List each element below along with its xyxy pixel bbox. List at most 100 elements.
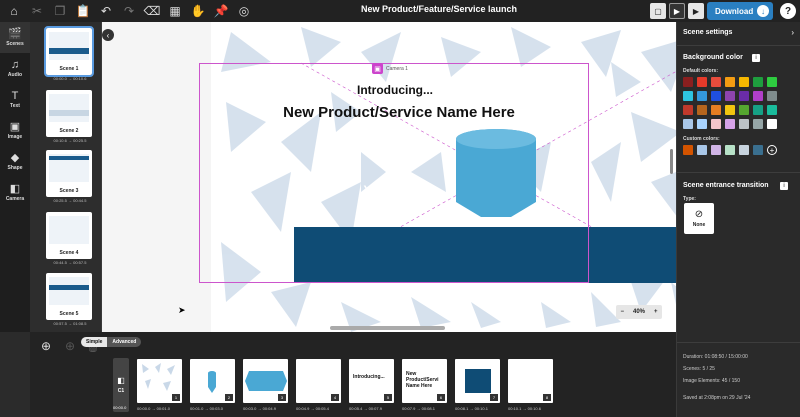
color-swatch[interactable] bbox=[767, 119, 777, 129]
color-swatch[interactable] bbox=[683, 119, 693, 129]
transition-none-option[interactable]: ⊘ None bbox=[684, 203, 714, 234]
eraser-icon[interactable]: ⌫ bbox=[142, 1, 162, 21]
scene-end: 00:44.5 bbox=[73, 198, 87, 203]
color-swatch[interactable] bbox=[697, 119, 707, 129]
undo-icon[interactable]: ↶ bbox=[96, 1, 116, 21]
info-icon[interactable]: i bbox=[780, 182, 788, 190]
timeline-clip[interactable]: 7 bbox=[455, 359, 500, 403]
color-swatch[interactable] bbox=[725, 77, 735, 87]
duplicate-button[interactable]: ⊕ bbox=[63, 339, 77, 353]
sidebar-item-shape[interactable]: ◆ Shape bbox=[0, 146, 30, 177]
timeline-clip[interactable]: 2 bbox=[190, 359, 235, 403]
preview-scene-button[interactable]: ▢ bbox=[650, 3, 666, 19]
sidebar-item-text[interactable]: T Text bbox=[0, 84, 30, 115]
color-swatch[interactable] bbox=[739, 77, 749, 87]
scene-thumbnail[interactable]: Scene 5 bbox=[46, 273, 92, 320]
divider bbox=[677, 172, 800, 173]
scene-time-range: 00:44.5 → 00:57.5 bbox=[53, 260, 87, 265]
color-swatch[interactable] bbox=[767, 105, 777, 115]
custom-color-swatch[interactable] bbox=[697, 145, 707, 155]
color-swatch[interactable] bbox=[767, 77, 777, 87]
project-title[interactable]: New Product/Feature/Service launch bbox=[300, 4, 578, 14]
camera-track[interactable]: ◧ C1 bbox=[113, 358, 129, 412]
home-icon[interactable]: ⌂ bbox=[4, 1, 24, 21]
color-swatch[interactable] bbox=[753, 105, 763, 115]
custom-color-swatch[interactable] bbox=[683, 145, 693, 155]
scene-thumbnail[interactable]: Scene 3 bbox=[46, 150, 92, 197]
hand-icon[interactable]: ✋ bbox=[188, 1, 208, 21]
custom-color-swatch[interactable] bbox=[739, 145, 749, 155]
color-swatch[interactable] bbox=[697, 105, 707, 115]
eye-off-icon[interactable]: ◎ bbox=[234, 1, 254, 21]
grid-icon[interactable]: ▦ bbox=[165, 1, 185, 21]
intro-text[interactable]: Introducing... bbox=[330, 83, 460, 97]
sidebar-item-image[interactable]: ▣ Image bbox=[0, 115, 30, 146]
download-button[interactable]: Download ↓ bbox=[707, 2, 773, 20]
scene-thumbnail[interactable]: Scene 1 bbox=[44, 26, 94, 77]
horizontal-scrollbar[interactable] bbox=[330, 326, 445, 330]
color-swatch[interactable] bbox=[711, 91, 721, 101]
vertical-scrollbar[interactable] bbox=[670, 149, 673, 174]
color-swatch[interactable] bbox=[725, 119, 735, 129]
info-icon[interactable]: i bbox=[752, 54, 760, 62]
custom-color-swatch[interactable] bbox=[711, 145, 721, 155]
collapse-panel-button[interactable]: ‹ bbox=[102, 29, 114, 41]
custom-color-swatch[interactable] bbox=[725, 145, 735, 155]
zoom-in-button[interactable]: + bbox=[654, 309, 658, 315]
timeline-clip[interactable]: New Product/Servi Name Here 6 bbox=[402, 359, 447, 403]
color-swatch[interactable] bbox=[683, 91, 693, 101]
scenes-stat: Scenes: 5 / 25 bbox=[683, 366, 715, 372]
help-button[interactable]: ? bbox=[780, 3, 796, 19]
clip-start: 00:03.0 bbox=[243, 406, 257, 411]
color-swatch[interactable] bbox=[725, 91, 735, 101]
chevron-right-icon[interactable]: › bbox=[791, 28, 794, 37]
toolbar-right: ▢ ▶ ▶ Download ↓ ? bbox=[650, 2, 796, 20]
copy-icon[interactable]: ❐ bbox=[50, 1, 70, 21]
color-swatch[interactable] bbox=[725, 105, 735, 115]
color-swatch[interactable] bbox=[739, 119, 749, 129]
color-swatch[interactable] bbox=[697, 77, 707, 87]
play-scene-button[interactable]: ▶ bbox=[669, 3, 685, 19]
color-swatch[interactable] bbox=[711, 105, 721, 115]
scene-thumbnail[interactable]: Scene 2 bbox=[46, 90, 92, 137]
camera-label[interactable]: ▣ Camera 1 bbox=[372, 63, 408, 74]
cut-icon[interactable]: ✂ bbox=[27, 1, 47, 21]
timeline-clip[interactable]: Introducing... 5 bbox=[349, 359, 394, 403]
custom-color-swatch[interactable] bbox=[753, 145, 763, 155]
sidebar-item-scenes[interactable]: 🎬 Scenes bbox=[0, 22, 30, 53]
add-scene-button[interactable]: ⊕ bbox=[39, 339, 53, 353]
pin-icon[interactable]: 📌 bbox=[211, 1, 231, 21]
zoom-out-button[interactable]: − bbox=[620, 309, 624, 315]
color-swatch[interactable] bbox=[739, 91, 749, 101]
play-button[interactable]: ▶ bbox=[688, 3, 704, 19]
color-swatch[interactable] bbox=[711, 77, 721, 87]
color-swatch[interactable] bbox=[767, 91, 777, 101]
download-label: Download bbox=[715, 6, 754, 16]
mode-advanced[interactable]: Advanced bbox=[107, 337, 142, 347]
redo-icon[interactable]: ↷ bbox=[119, 1, 139, 21]
color-swatch[interactable] bbox=[753, 77, 763, 87]
timeline-clip[interactable]: 8 bbox=[508, 359, 553, 403]
scene-settings-panel: Scene settings › Background color i Defa… bbox=[676, 22, 800, 417]
mode-simple[interactable]: Simple bbox=[81, 337, 108, 347]
color-swatch[interactable] bbox=[697, 91, 707, 101]
paste-icon[interactable]: 📋 bbox=[73, 1, 93, 21]
color-swatch[interactable] bbox=[683, 77, 693, 87]
color-swatch[interactable] bbox=[711, 119, 721, 129]
timeline-clip[interactable]: 1 bbox=[137, 359, 182, 403]
headline-text[interactable]: New Product/Service Name Here bbox=[249, 104, 549, 121]
sidebar-item-label: Image bbox=[7, 134, 23, 140]
timeline-clip[interactable]: 4 bbox=[296, 359, 341, 403]
color-swatch[interactable] bbox=[683, 105, 693, 115]
sidebar-item-audio[interactable]: ♫ Audio bbox=[0, 53, 30, 84]
sidebar-item-camera[interactable]: ◧ Camera bbox=[0, 177, 30, 208]
mode-toggle[interactable]: Simple Advanced bbox=[81, 337, 142, 347]
scene-thumbnail[interactable]: Scene 4 bbox=[46, 212, 92, 259]
add-color-button[interactable]: + bbox=[767, 145, 777, 155]
timeline-clip[interactable]: 3 bbox=[243, 359, 288, 403]
color-swatch[interactable] bbox=[753, 119, 763, 129]
color-swatch[interactable] bbox=[753, 91, 763, 101]
logo-text[interactable]: Your Logo bbox=[353, 183, 433, 197]
color-swatch[interactable] bbox=[739, 105, 749, 115]
default-colors-label: Default colors: bbox=[683, 68, 719, 74]
